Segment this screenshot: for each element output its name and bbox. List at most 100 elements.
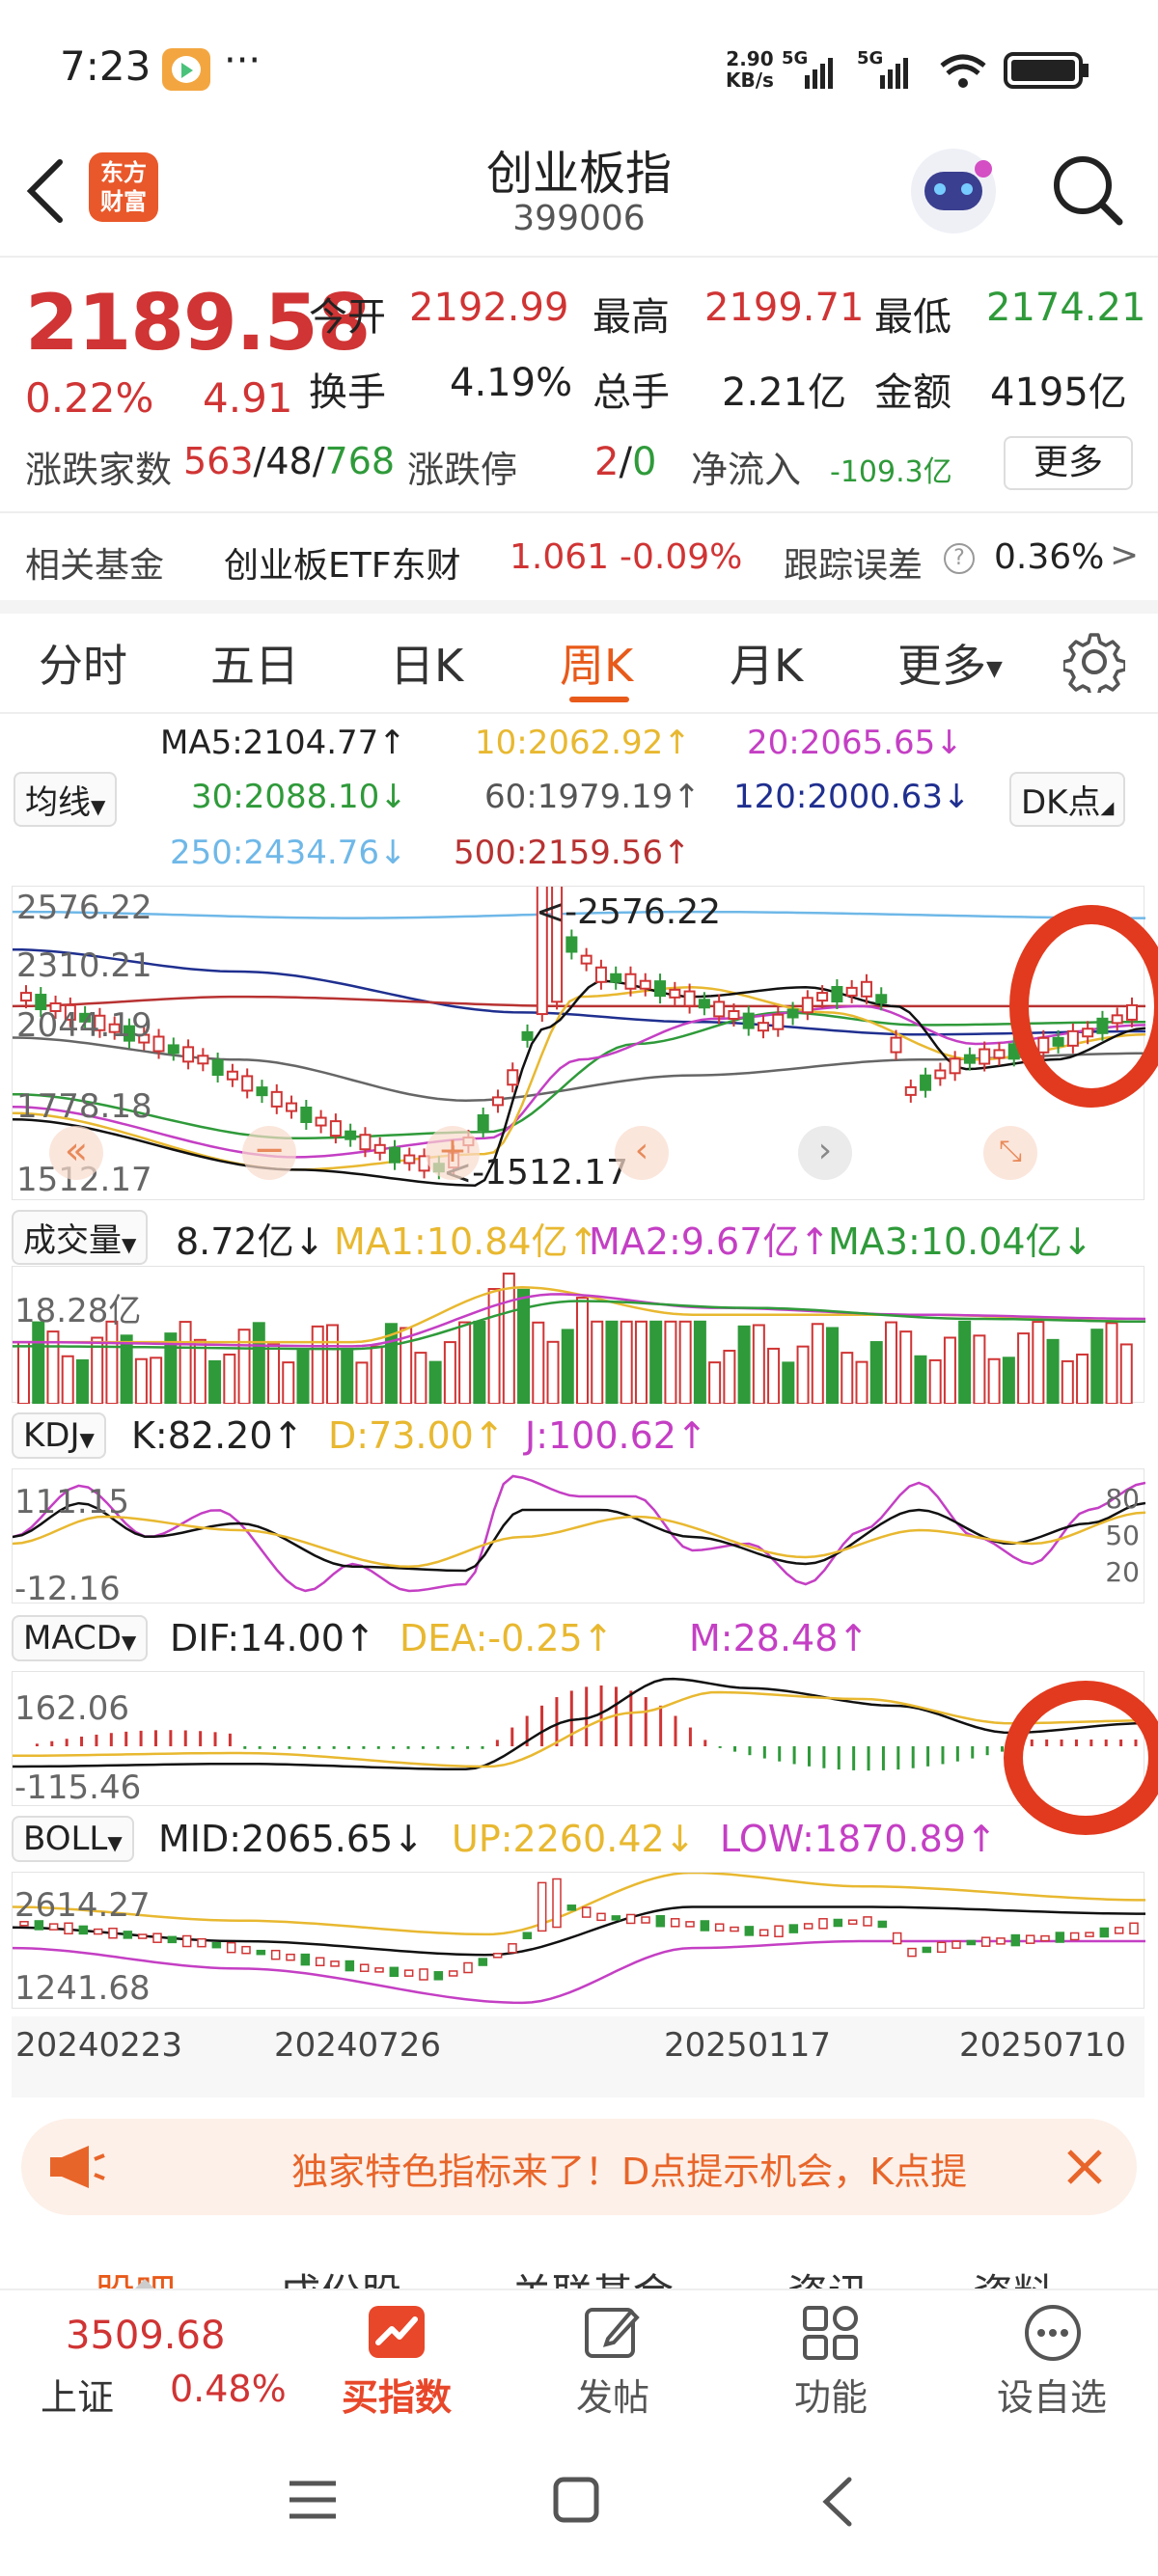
chevron-right-icon[interactable]: > — [1110, 535, 1139, 575]
grid-apps-icon — [803, 2306, 858, 2360]
high-label: 最高 — [593, 295, 670, 340]
candle-body — [389, 1146, 400, 1164]
dk-point-label: DK点 — [1021, 783, 1101, 822]
scroll-left-fast-icon[interactable]: « — [49, 1126, 103, 1180]
menu-icon[interactable] — [286, 2476, 340, 2524]
kdj-chart[interactable]: 111.15 -12.16 80 50 20 — [12, 1468, 1145, 1608]
network-speed: 2.90 KB/s — [726, 48, 774, 91]
boll-candle — [1010, 1933, 1021, 1947]
volume-bar — [826, 1327, 840, 1404]
sh-index-value[interactable]: 3509.68 — [66, 2314, 225, 2358]
macd-dif-line — [13, 1677, 1145, 1771]
buy-index-button[interactable]: 买指数 — [334, 2294, 459, 2429]
tab-more[interactable]: 更多▼ — [897, 631, 1003, 695]
functions-button[interactable]: 功能 — [768, 2294, 894, 2429]
boll-candle — [492, 1953, 503, 1959]
boll-candle — [936, 1941, 947, 1954]
limit-down-count: 0 — [631, 440, 657, 484]
subtab-related-funds[interactable]: 关联基金 — [511, 2261, 674, 2288]
ma-selector[interactable]: 均线▼ — [14, 772, 118, 827]
candle-body — [241, 1075, 254, 1092]
search-icon[interactable] — [1050, 147, 1127, 233]
candle-body — [713, 1000, 726, 1018]
expand-up-icon[interactable] — [135, 2279, 154, 2288]
subtab-profile[interactable]: 资料 — [973, 2261, 1054, 2288]
volume-bar — [767, 1347, 781, 1404]
macd-selector[interactable]: MACD▼ — [12, 1615, 149, 1661]
promo-banner[interactable]: 独家特色指标来了！D点提示机会，K点提 — [21, 2119, 1137, 2215]
volume-value: 2.21亿 — [722, 370, 847, 415]
macd-chart[interactable]: 162.06 -115.46 — [12, 1671, 1145, 1807]
boll-chart[interactable]: 2614.27 1241.68 — [12, 1872, 1145, 2009]
volume-selector[interactable]: 成交量▼ — [12, 1210, 149, 1265]
subtab-news[interactable]: 资讯 — [787, 2261, 868, 2288]
fullscreen-icon[interactable]: ⤡ — [983, 1126, 1037, 1180]
candle-body — [345, 1130, 357, 1140]
tab-daily-k[interactable]: 日K — [390, 631, 463, 695]
macd-dea: DEA:-0.25↑ — [400, 1617, 614, 1659]
candle-body — [669, 988, 681, 999]
ma30-line — [13, 1011, 1145, 1140]
zoom-out-icon[interactable]: − — [242, 1126, 296, 1180]
volume-bar — [311, 1325, 324, 1404]
candle-body — [610, 973, 622, 983]
related-fund-row[interactable]: 相关基金 创业板ETF东财 1.061 -0.09% 跟踪误差 ? 0.36% … — [0, 526, 1158, 593]
volume-chart[interactable]: 18.28亿 — [12, 1266, 1145, 1404]
system-navigation-bar — [0, 2433, 1158, 2576]
caret-down-icon: ▼ — [91, 795, 106, 818]
kdj-selector[interactable]: KDJ▼ — [12, 1412, 106, 1459]
y-axis-2: 2310.21 — [16, 946, 152, 985]
caret-down-icon: ▼ — [121, 1631, 137, 1654]
volume-bar — [634, 1320, 648, 1404]
boll-candle — [478, 1958, 488, 1966]
add-favorite-button[interactable]: 设自选 — [984, 2294, 1119, 2429]
boll-selector[interactable]: BOLL▼ — [12, 1816, 134, 1862]
megaphone-icon — [50, 2146, 105, 2188]
ma30-value: 30:2088.10↓ — [191, 778, 407, 816]
subtab-components[interactable]: 成份股 — [280, 2261, 401, 2288]
volume-bar — [973, 1334, 986, 1404]
boll-candle — [552, 1877, 562, 1929]
kline-chart[interactable]: 2576.22 2310.21 2044.19 1778.18 1512.17 … — [12, 886, 1145, 1200]
kdj-svg — [13, 1474, 1145, 1593]
more-button[interactable]: 更多 — [1004, 436, 1133, 490]
boll-candle — [1025, 1934, 1035, 1944]
volume-bar — [1090, 1329, 1104, 1404]
volume-bar — [179, 1321, 192, 1404]
inflow-label: 净流入 — [691, 449, 802, 491]
back-nav-icon[interactable] — [818, 2476, 857, 2528]
tab-monthly-k[interactable]: 月K — [730, 631, 803, 695]
change-percent: 0.22% — [25, 374, 154, 422]
robot-assistant-icon[interactable] — [911, 149, 996, 233]
candle-body — [270, 1090, 283, 1108]
volume-bar — [561, 1329, 574, 1404]
volume-y-top: 18.28亿 — [14, 1292, 142, 1330]
tab-five-day[interactable]: 五日 — [210, 631, 299, 695]
gear-icon[interactable] — [1063, 631, 1125, 693]
boll-candle — [788, 1924, 799, 1933]
candle-body — [890, 1036, 902, 1054]
close-icon[interactable] — [1063, 2146, 1106, 2188]
boll-candle — [226, 1941, 236, 1954]
boll-candle — [1055, 1932, 1065, 1943]
home-icon[interactable] — [552, 2476, 600, 2524]
tab-weekly-k[interactable]: 周K — [560, 631, 633, 695]
tab-intraday[interactable]: 分时 — [39, 631, 127, 695]
post-button[interactable]: 发帖 — [550, 2294, 676, 2429]
boll-candle — [1099, 1927, 1110, 1938]
volume-bar — [208, 1359, 222, 1404]
scroll-left-icon[interactable]: ‹ — [615, 1126, 669, 1180]
dk-point-button[interactable]: DK点◢ — [1009, 772, 1126, 827]
volume-bar — [899, 1330, 913, 1404]
boll-candle — [758, 1929, 769, 1937]
volume-bar — [502, 1273, 515, 1404]
zoom-in-icon[interactable]: + — [426, 1126, 480, 1180]
fund-name: 创业板ETF东财 — [224, 546, 461, 586]
boll-candle — [270, 1949, 281, 1960]
status-time: 7:23 — [60, 42, 152, 90]
volume-bar — [134, 1357, 148, 1404]
scroll-right-icon[interactable]: › — [798, 1126, 852, 1180]
ma-legend: MA5:2104.77↑ 10:2062.92↑ 20:2065.65↓ 均线▼… — [0, 716, 1158, 880]
help-icon[interactable]: ? — [944, 543, 975, 574]
turnover-label: 换手 — [309, 370, 386, 415]
